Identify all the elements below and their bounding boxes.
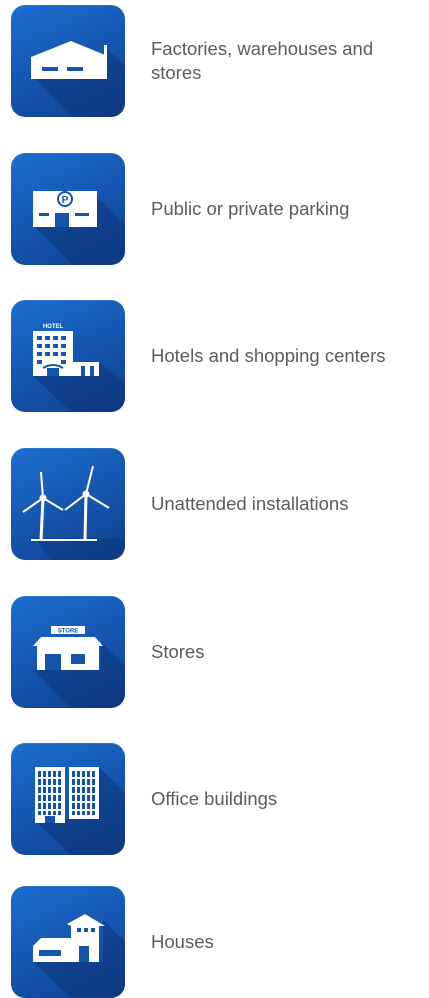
- list-item-label: Factories, warehouses and stores: [151, 38, 374, 83]
- parking-icon: P: [11, 153, 125, 265]
- svg-text:P: P: [62, 195, 69, 206]
- list-item-factories: Factories, warehouses and stores: [11, 5, 429, 117]
- factory-icon: [11, 5, 125, 117]
- list-item-label: Houses: [151, 931, 214, 952]
- svg-text:HOTEL: HOTEL: [43, 324, 64, 330]
- office-building-icon: [11, 743, 125, 855]
- list-item-label: Hotels and shopping centers: [151, 345, 386, 366]
- wind-turbine-icon: [11, 448, 125, 560]
- list-item-houses: Houses: [11, 886, 429, 998]
- list-item-parking: P Public or private parking: [11, 153, 429, 265]
- list-item-hotels: HOTEL Hotels and shopping centers: [11, 300, 429, 412]
- hotel-icon: HOTEL: [11, 300, 125, 412]
- list-item-label: Unattended installations: [151, 493, 349, 514]
- list-item-label: Public or private parking: [151, 198, 350, 219]
- house-icon: [11, 886, 125, 998]
- list-item-label: Office buildings: [151, 788, 278, 809]
- store-icon: STORE: [11, 596, 125, 708]
- list-item-label: Stores: [151, 641, 205, 662]
- use-case-list: Factories, warehouses and stores P Publi…: [0, 0, 429, 998]
- svg-text:STORE: STORE: [58, 629, 79, 635]
- list-item-unattended: Unattended installations: [11, 448, 429, 560]
- list-item-stores: STORE Stores: [11, 596, 429, 708]
- list-item-office-buildings: Office buildings: [11, 743, 429, 855]
